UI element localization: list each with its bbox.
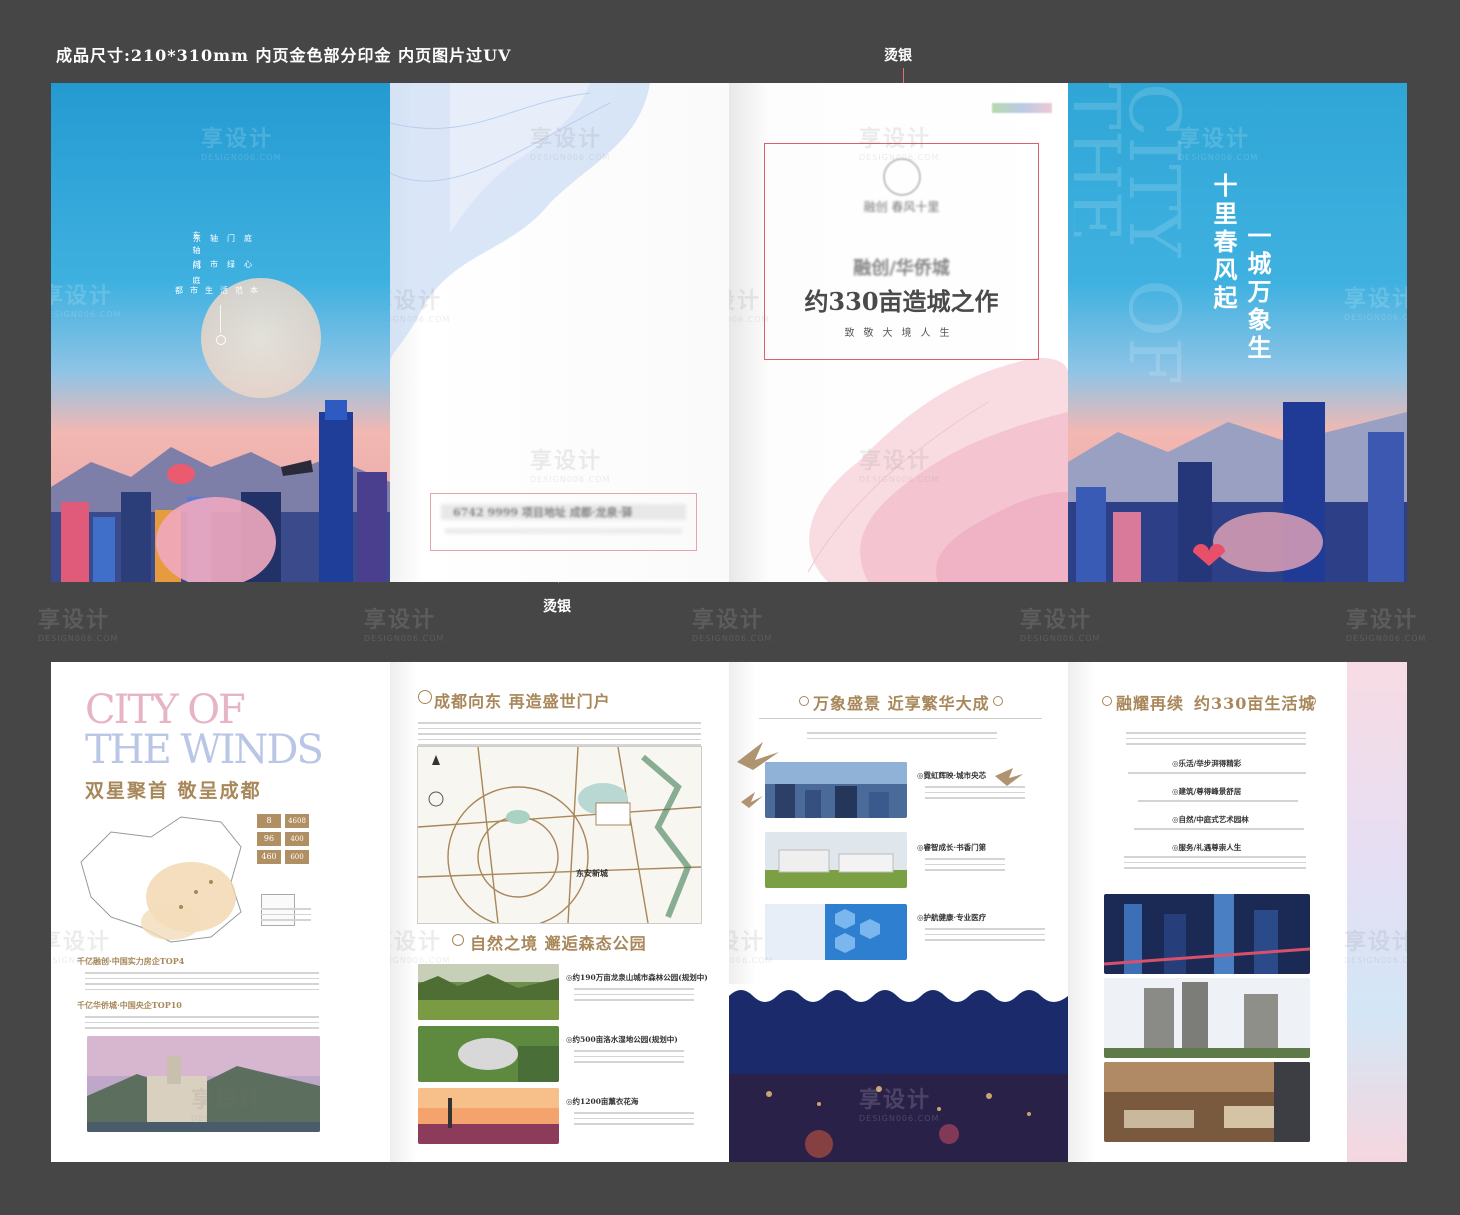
stats-grid: 8 4608 96 400 460 600 xyxy=(257,814,312,880)
item-1-title: 千亿融创·中国实力房企TOP4 xyxy=(77,956,185,966)
medical-photo xyxy=(765,904,907,960)
item-1-title: ◎霓虹辉映·城市央芯 xyxy=(917,771,987,780)
title-tagline: 致敬大境人生 xyxy=(844,328,959,339)
city-photo xyxy=(765,762,907,818)
inner-page-d: 融耀再续 约330亩生活城 ◎乐活/举步湃得精彩 ◎建筑/尊得峰景舒居 ◎自然/… xyxy=(1068,662,1407,1162)
watermark: 享设计DESIGN006.COM xyxy=(692,608,773,643)
location-map xyxy=(417,746,702,924)
watermark: 享设计DESIGN006.COM xyxy=(1020,608,1101,643)
title-headline: 约330亩造城之作 xyxy=(804,287,999,316)
section-bullet-icon xyxy=(418,690,432,704)
cover-line-3: 都市生活范本 xyxy=(175,286,265,295)
section-title-b: 约330亩生活城 xyxy=(1194,694,1316,713)
contact-box: 6742 9999 项目地址 成都·龙泉·驿 xyxy=(430,493,697,551)
lobby-interior-photo xyxy=(1104,1062,1310,1142)
watermark: 享设计DESIGN006.COM xyxy=(530,449,611,484)
night-city-photo xyxy=(1104,894,1310,974)
lavender-photo xyxy=(418,1088,559,1144)
section-1-title: 成都向东 再造盛世门户 xyxy=(434,692,611,711)
park-1-title: ◎约190万亩龙泉山城市森林公园(规划中) xyxy=(566,973,708,982)
slogan-line-2: 一城万象生 xyxy=(1243,223,1272,363)
foil-label-top: 烫银 xyxy=(884,48,912,64)
slogan-line-1: 十里春风起 xyxy=(1209,173,1238,313)
park-3-title: ◎约1200亩薰衣花海 xyxy=(566,1097,639,1106)
inner-page-c: 万象盛景 近享繁华大成 ◎霓虹辉映·城市央芯 ◎睿智成长·书香门第 ◎护航健康·… xyxy=(729,662,1068,1162)
cover-emblem-icon xyxy=(216,335,226,345)
watermark: 享设计DESIGN006.COM xyxy=(1346,608,1427,643)
cover-line-1-h: 东轴门庭 xyxy=(193,234,261,243)
watermark: 享设计DESIGN006.COM xyxy=(51,284,122,319)
night-skyline-photo xyxy=(729,984,1068,1162)
pink-wave-graphic xyxy=(807,357,1068,582)
item-2-title: 千亿华侨城·中国央企TOP10 xyxy=(77,1000,182,1010)
inner-flap-panel: 6742 9999 项目地址 成都·龙泉·驿 享设计DESIGN006.COM … xyxy=(390,83,729,582)
gradient-edge xyxy=(1347,662,1407,1162)
section-2-title: 自然之境 邂逅森态公园 xyxy=(470,934,647,953)
watermark: 享设计DESIGN006.COM xyxy=(364,608,445,643)
title-en-line-1: CITY OF xyxy=(85,687,246,733)
cityscape-illustration xyxy=(51,400,390,582)
section-title-a: 融耀再续 xyxy=(1116,694,1185,713)
developer-name: 融创/华侨城 xyxy=(853,258,950,279)
foil-label-bottom: 烫银 xyxy=(543,599,571,615)
title-page-panel: 融创 春风十里 融创/华侨城 约330亩造城之作 致敬大境人生 享设计 DESIG… xyxy=(729,83,1068,582)
cover-line-2: 城市绿心 xyxy=(193,260,261,269)
contact-phone: 6742 9999 项目地址 成都·龙泉·驿 xyxy=(453,506,633,519)
cover-right-panel: CITY OF THE WIND 十里春风起 一城万象生 享设计DESIGN00… xyxy=(1068,83,1407,582)
wetland-photo xyxy=(418,1026,559,1082)
forest-photo xyxy=(418,964,559,1020)
park-2-title: ◎约500亩洛水湿地公园(规划中) xyxy=(566,1035,678,1044)
item-3-title: ◎护航健康·专业医疗 xyxy=(917,913,987,922)
spec-note: 成品尺寸:210*310mm 内页金色部分印金 内页图片过UV xyxy=(56,46,512,65)
inner-page-a: CITY OF THE WINDS 双星聚首 敬呈成都 8 4608 96 40… xyxy=(51,662,390,1162)
item-2-title: ◎睿智成长·书香门第 xyxy=(917,843,987,852)
brand-name: 融创 春风十里 xyxy=(863,200,940,214)
watermark: 享设计DESIGN006.COM xyxy=(38,608,119,643)
castle-photo xyxy=(87,1036,320,1132)
brand-flower-icon xyxy=(883,158,921,196)
inner-page-b: 成都向东 再造盛世门户 东安新城 自然之境 邂逅森态公园 ◎约190万亩龙泉山城… xyxy=(390,662,729,1162)
map-district-label: 东安新城 xyxy=(576,868,608,878)
residential-towers-photo xyxy=(1104,978,1310,1058)
background-word: CITY OF THE WIND xyxy=(1074,83,1184,386)
partner-logos xyxy=(992,103,1052,113)
cover-left-panel: 东轴门庭 东轴门庭 城市绿心 都市生活范本 享设计DESIGN006.COM 享… xyxy=(51,83,390,582)
title-frame: 融创 春风十里 融创/华侨城 约330亩造城之作 致敬大境人生 xyxy=(764,143,1039,360)
cityscape-illustration xyxy=(1068,402,1407,582)
school-photo xyxy=(765,832,907,888)
china-map-illustration xyxy=(80,816,242,943)
watermark: 享设计DESIGN006.COM xyxy=(1178,127,1259,162)
title-en-line-2: THE WINDS xyxy=(85,727,324,773)
title-cn: 双星聚首 敬呈成都 xyxy=(85,780,262,802)
blue-wave-graphic xyxy=(390,83,650,363)
watermark: 享设计DESIGN006.COM xyxy=(1344,287,1407,322)
watermark: 享设计DESIGN006.COM xyxy=(390,930,451,965)
section-title: 万象盛景 近享繁华大成 xyxy=(813,694,990,713)
